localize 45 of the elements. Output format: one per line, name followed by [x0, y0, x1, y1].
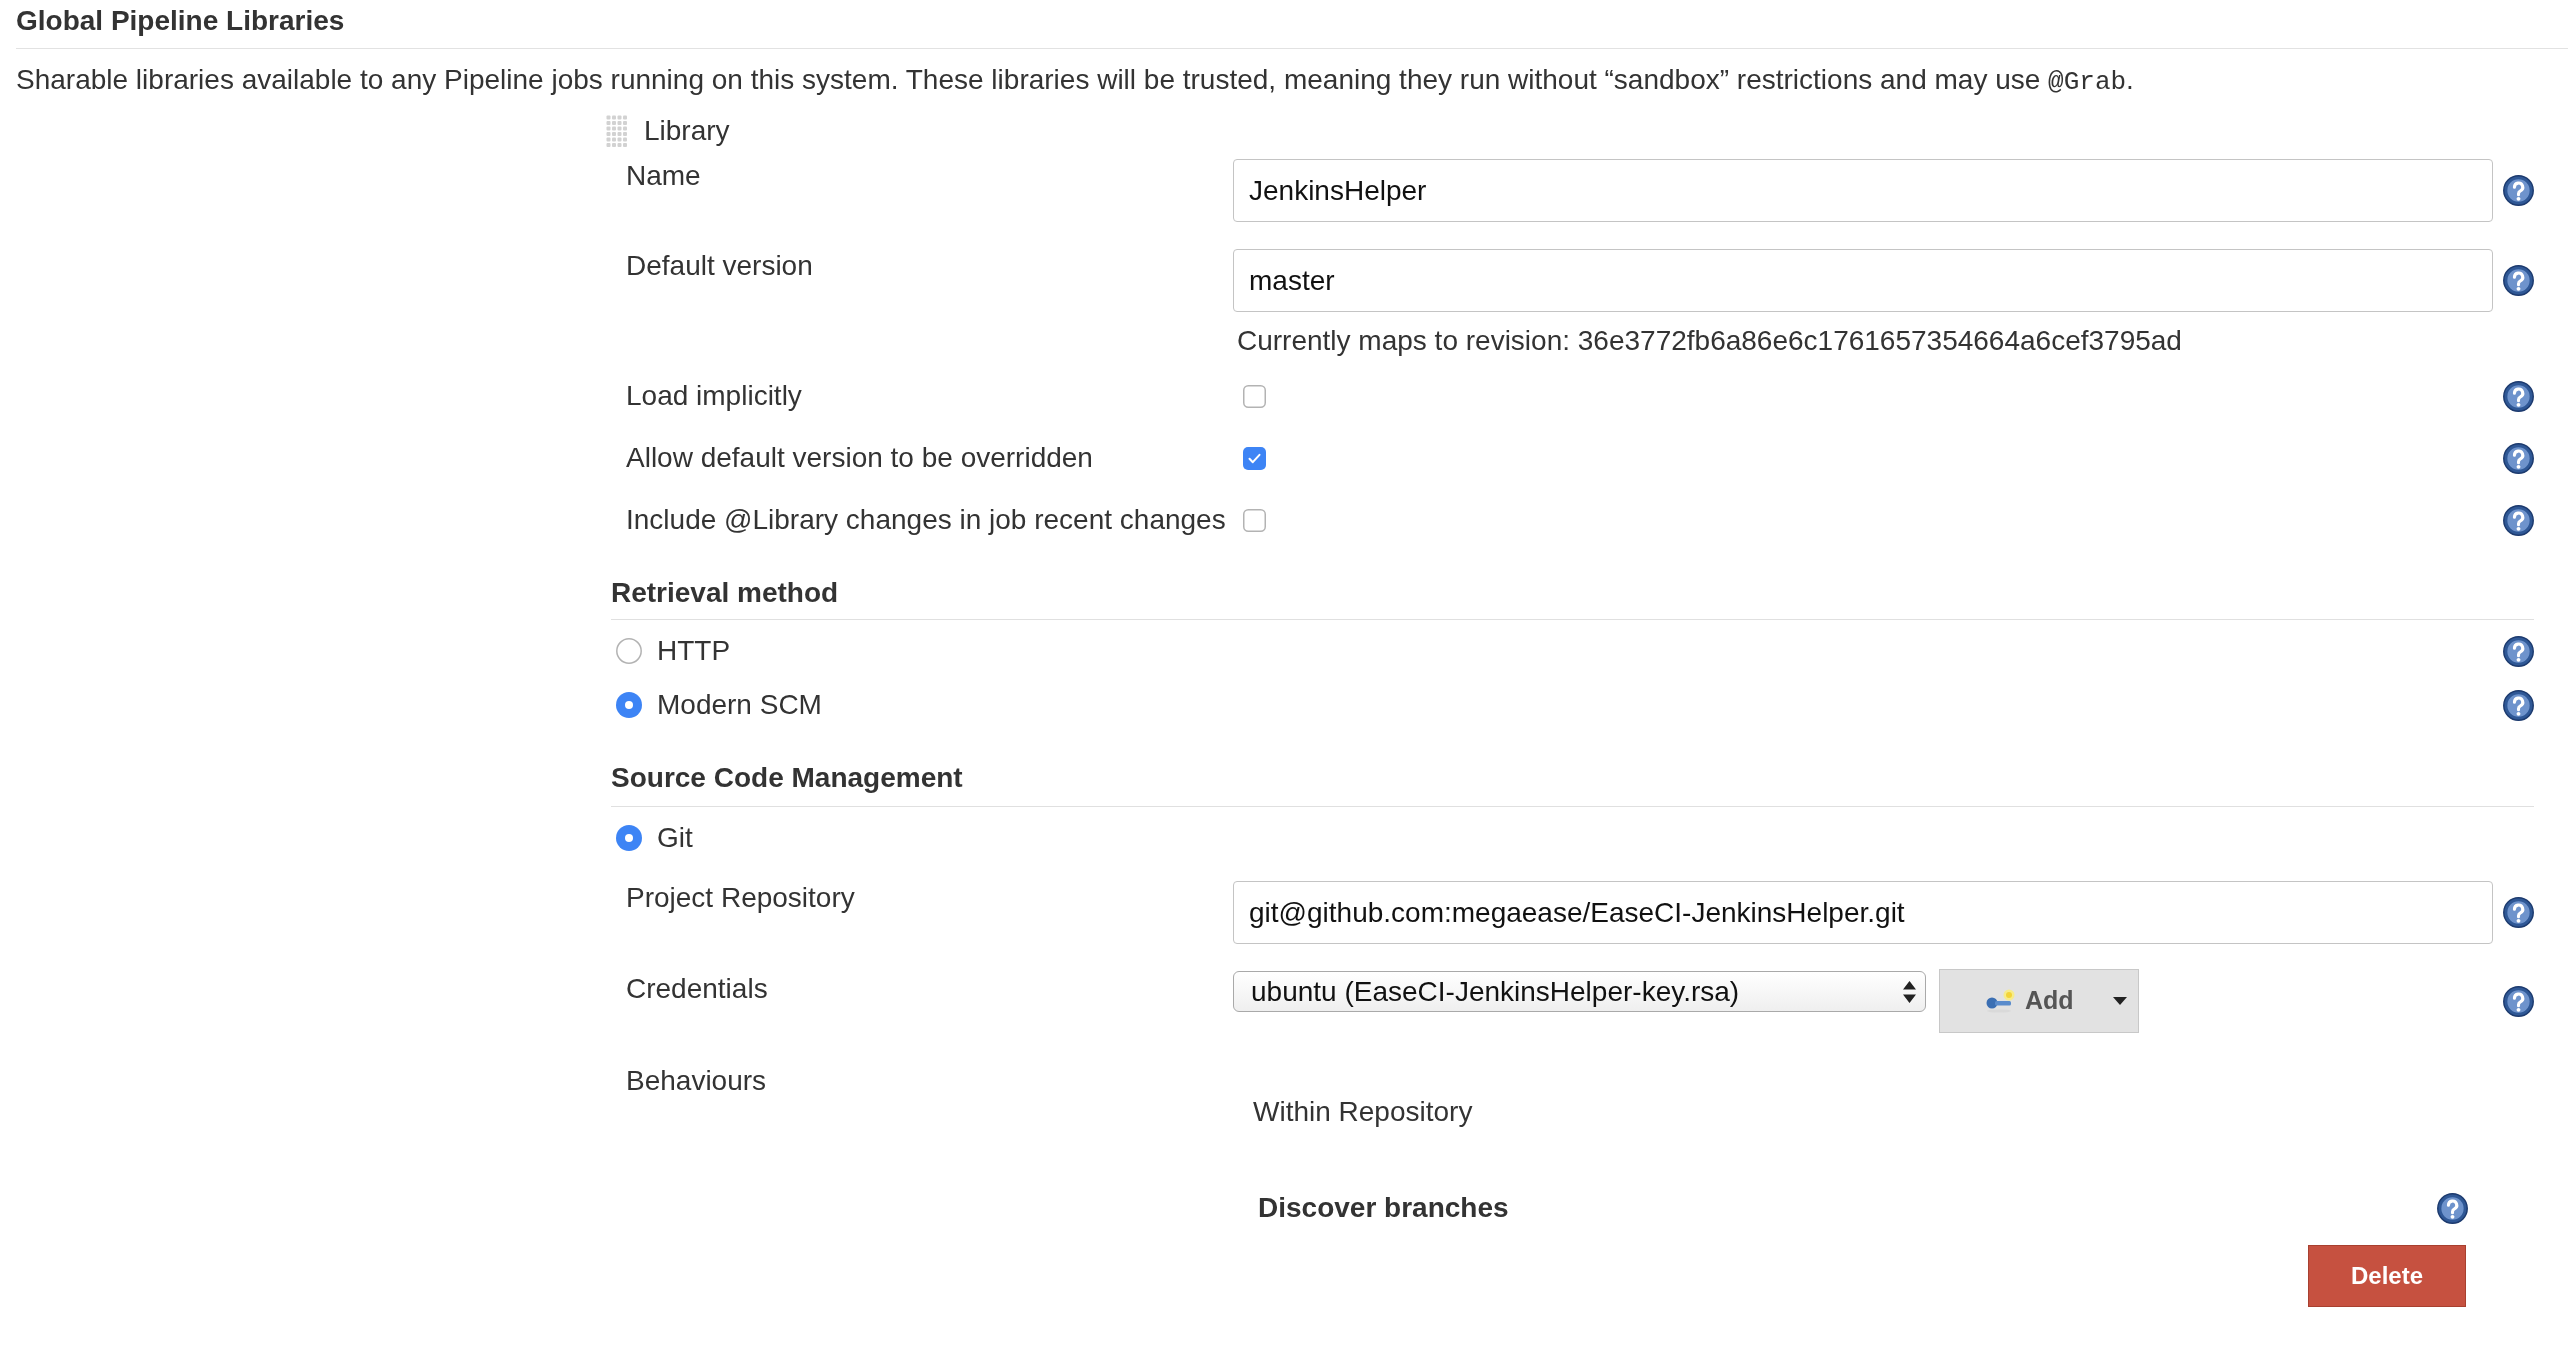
radio-label[interactable]: HTTP — [657, 635, 731, 667]
help-icon[interactable] — [2503, 265, 2534, 296]
field-label: Name — [626, 160, 701, 192]
drag-handle-icon[interactable] — [606, 114, 628, 148]
field-label: Project Repository — [626, 882, 855, 914]
field-label: Include @Library changes in job recent changes — [626, 504, 1226, 536]
help-icon[interactable] — [2503, 442, 2534, 474]
checkbox[interactable] — [1243, 508, 1266, 532]
help-icon[interactable] — [2503, 504, 2534, 536]
text-field[interactable]: master — [1233, 249, 2493, 312]
section-description: Sharable libraries available to any Pipeline jobs running on this system. These libraries will be trusted, meaning they run without “sandbox” restrictions and may use @Grab. — [16, 64, 2134, 98]
help-icon[interactable] — [2503, 897, 2534, 928]
radio-label[interactable]: Modern SCM — [657, 689, 822, 721]
help-icon[interactable] — [2503, 175, 2534, 206]
field-label: Load implicitly — [626, 380, 802, 412]
library-header: Library — [644, 115, 730, 147]
radio-button[interactable] — [616, 825, 642, 851]
checkbox[interactable] — [1243, 446, 1266, 470]
revision-note: Currently maps to revision: 36e3772fb6a86e6c1761657354664a6cef3795ad — [1237, 325, 2182, 357]
section-heading: Retrieval method — [611, 577, 839, 609]
help-icon[interactable] — [2503, 689, 2534, 721]
up-down-arrows-icon — [1903, 980, 1916, 1003]
field-label: Behaviours — [626, 1065, 767, 1097]
text-field[interactable]: git@github.com:megaease/EaseCI-JenkinsHelper.git — [1233, 881, 2493, 944]
page-title: Global Pipeline Libraries — [16, 5, 345, 37]
field-label: Credentials — [626, 973, 768, 1005]
section-heading: Source Code Management — [611, 762, 963, 794]
field-label: Allow default version to be overridden — [626, 442, 1093, 474]
radio-button[interactable] — [616, 638, 642, 664]
help-icon[interactable] — [2437, 1192, 2468, 1224]
radio-button[interactable] — [616, 692, 642, 718]
delete-button[interactable]: Delete — [2308, 1245, 2466, 1307]
credentials-select[interactable]: ubuntu (EaseCI-JenkinsHelper-key.rsa) — [1233, 971, 1926, 1012]
help-icon[interactable] — [2503, 380, 2534, 412]
field-label: Default version — [626, 250, 813, 282]
key-icon — [1985, 989, 2015, 1013]
caret-down-icon — [2112, 997, 2127, 1005]
text-field[interactable]: JenkinsHelper — [1233, 159, 2493, 222]
help-icon[interactable] — [2503, 985, 2534, 1017]
add-button[interactable]: Add — [1939, 969, 2139, 1033]
radio-label[interactable]: Git — [657, 822, 693, 854]
behaviour-group-label: Within Repository — [1253, 1096, 1473, 1128]
checkbox[interactable] — [1243, 384, 1266, 408]
help-icon[interactable] — [2503, 635, 2534, 667]
behaviour-title: Discover branches — [1258, 1192, 1509, 1224]
